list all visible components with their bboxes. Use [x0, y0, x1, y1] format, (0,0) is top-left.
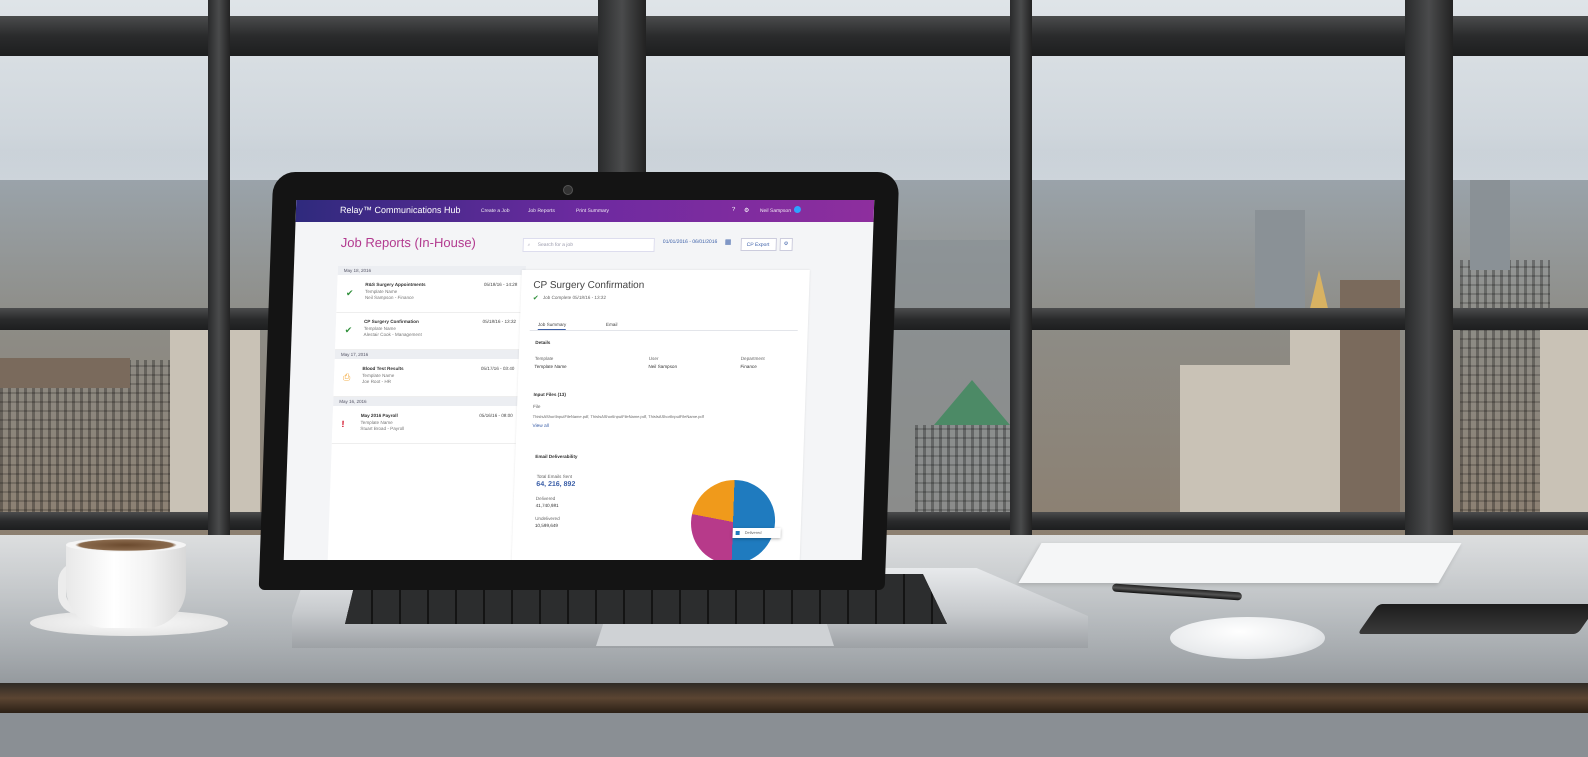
settings-button[interactable]: ⚙: [779, 238, 793, 251]
total-value: 64, 216, 892: [536, 481, 576, 488]
delivered-value: 41,740,981: [535, 503, 559, 508]
mouse: [1170, 617, 1325, 659]
app-header: Relay™ Communications Hub Create a Job J…: [295, 200, 875, 222]
building-roof: [0, 358, 130, 388]
building: [1470, 180, 1510, 270]
detail-title: CP Surgery Confirmation: [533, 280, 645, 291]
date-group-header: May 17, 2016: [334, 350, 524, 359]
search-icon: ⌕: [527, 242, 531, 248]
search-placeholder: Search for a job: [537, 242, 574, 248]
legend-swatch: [735, 531, 740, 535]
input-files-heading: Input Files (13): [533, 392, 567, 397]
deliverability-pie-chart: [689, 480, 777, 560]
paper-sheets: [1018, 543, 1462, 583]
chart-tooltip: Delivered: [732, 528, 781, 538]
file-label: File: [532, 404, 541, 409]
department-label: Department: [740, 356, 765, 361]
laptop-screen: Relay™ Communications Hub Create a Job J…: [283, 200, 875, 560]
webcam: [563, 185, 573, 195]
nav-print-summary[interactable]: Print Summary: [576, 208, 609, 214]
job-row[interactable]: ✔ CP Surgery Confirmation Template Name …: [335, 313, 525, 350]
app-brand[interactable]: Relay™ Communications Hub: [340, 205, 461, 215]
nav-job-reports[interactable]: Job Reports: [528, 208, 555, 214]
user-value: Neil Sampson: [648, 364, 678, 369]
check-icon: ✔: [532, 295, 539, 302]
coffee: [66, 538, 186, 552]
export-button[interactable]: CP Export: [740, 238, 777, 251]
undelivered-value: 10,599,649: [534, 523, 559, 528]
view-all-link[interactable]: View all: [532, 424, 549, 429]
check-icon: ✔: [345, 288, 354, 298]
divider: [529, 330, 798, 331]
building: [1460, 260, 1550, 520]
window-frame-top: [0, 16, 1588, 56]
job-row[interactable]: ! May 2016 Payroll Template Name Stuart …: [331, 407, 522, 444]
total-label: Total Emails Sent: [536, 474, 573, 479]
job-row[interactable]: ⎙ Blood Test Results Template Name Joe R…: [333, 360, 523, 397]
date-range-picker[interactable]: 01/01/2016 - 06/01/2016: [663, 239, 718, 245]
question-icon[interactable]: ?: [732, 207, 736, 213]
job-list: May 18, 2016 ✔ R&S Surgery Appointments …: [327, 266, 526, 560]
tab-email[interactable]: Email: [606, 322, 618, 327]
user-label: User: [648, 356, 659, 361]
file-names: ThisIsAShortInputFileName.pdf, ThisIsASh…: [532, 414, 704, 419]
search-input[interactable]: ⌕ Search for a job: [522, 238, 655, 252]
details-heading: Details: [535, 340, 551, 345]
job-row[interactable]: ✔ R&S Surgery Appointments Template Name…: [336, 276, 526, 313]
avatar[interactable]: [793, 206, 802, 213]
building: [915, 425, 1010, 520]
template-value: Template Name: [534, 364, 567, 369]
office-photo: Relay™ Communications Hub Create a Job J…: [0, 0, 1588, 757]
department-value: Finance: [740, 364, 757, 369]
user-name[interactable]: Neil Sampson: [760, 208, 791, 214]
printer-icon: ⎙: [342, 372, 351, 382]
template-label: Template: [534, 356, 554, 361]
desk-edge: [0, 683, 1588, 713]
error-icon: !: [341, 419, 345, 429]
undelivered-label: Undelivered: [535, 516, 560, 521]
green-roof: [934, 380, 1010, 425]
calendar-icon[interactable]: ▦: [725, 238, 732, 246]
page-title: Job Reports (In-House): [340, 235, 477, 250]
delivered-label: Delivered: [535, 496, 556, 501]
job-status: Job Complete 05/18/16 - 13:32: [542, 295, 607, 300]
building: [1540, 330, 1588, 520]
laptop-trackpad: [596, 624, 834, 646]
gear-icon[interactable]: ⚙: [744, 207, 750, 214]
floor: [0, 713, 1588, 757]
smartphone: [1357, 604, 1588, 634]
job-detail-panel: CP Surgery Confirmation ✔ Job Complete 0…: [511, 270, 810, 560]
coffee-cup: [66, 542, 186, 628]
nav-create-job[interactable]: Create a Job: [481, 208, 510, 214]
date-group-header: May 16, 2016: [333, 397, 522, 406]
check-icon: ✔: [344, 325, 353, 335]
date-group-header: May 18, 2016: [337, 266, 526, 275]
tab-job-summary[interactable]: Job Summary: [537, 322, 567, 330]
deliverability-heading: Email Deliverability: [535, 454, 578, 459]
gear-icon: ⚙: [783, 241, 789, 247]
legend-delivered: Delivered: [744, 530, 762, 535]
